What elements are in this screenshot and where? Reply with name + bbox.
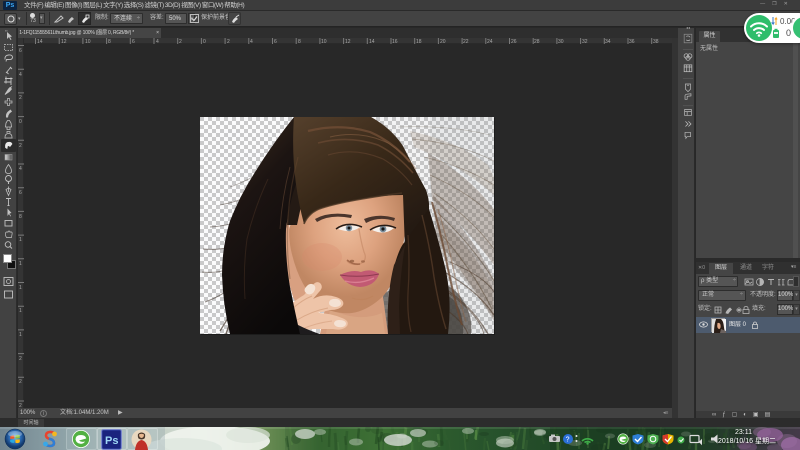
svg-text:8: 8 xyxy=(108,39,111,44)
svg-text:0: 0 xyxy=(203,39,206,44)
svg-text:20: 20 xyxy=(440,39,446,44)
svg-text:26: 26 xyxy=(511,39,517,44)
svg-text:34: 34 xyxy=(605,39,611,44)
svg-text:14: 14 xyxy=(369,39,375,44)
svg-text:2: 2 xyxy=(179,39,182,44)
svg-text:2: 2 xyxy=(19,95,22,101)
svg-text:4: 4 xyxy=(250,39,253,44)
svg-text:1: 1 xyxy=(19,261,22,267)
svg-text:6: 6 xyxy=(19,190,22,196)
svg-text:0: 0 xyxy=(19,119,22,125)
svg-text:Ps: Ps xyxy=(105,435,118,447)
svg-text:2: 2 xyxy=(19,379,22,385)
svg-text:2: 2 xyxy=(19,143,22,149)
svg-text:22: 22 xyxy=(463,39,469,44)
svg-text:1: 1 xyxy=(19,237,22,243)
svg-text:38: 38 xyxy=(653,39,659,44)
svg-text:4: 4 xyxy=(19,72,22,78)
svg-text:10: 10 xyxy=(321,39,327,44)
svg-text:6: 6 xyxy=(19,48,22,54)
svg-text:12: 12 xyxy=(61,39,67,44)
svg-text:24: 24 xyxy=(487,39,493,44)
svg-text:30: 30 xyxy=(558,39,564,44)
svg-text:1: 1 xyxy=(19,308,22,314)
svg-text:10: 10 xyxy=(85,39,91,44)
svg-text:14: 14 xyxy=(37,39,43,44)
svg-text:4: 4 xyxy=(19,166,22,172)
svg-text:8: 8 xyxy=(19,214,22,220)
svg-text:6: 6 xyxy=(274,39,277,44)
svg-text:12: 12 xyxy=(345,39,351,44)
svg-text:8: 8 xyxy=(298,39,301,44)
svg-text:32: 32 xyxy=(582,39,588,44)
svg-text:1: 1 xyxy=(19,332,22,338)
svg-text:36: 36 xyxy=(629,39,635,44)
svg-text:6: 6 xyxy=(132,39,135,44)
svg-text:2: 2 xyxy=(227,39,230,44)
svg-text:4: 4 xyxy=(156,39,159,44)
svg-text:2: 2 xyxy=(19,356,22,362)
svg-text:1: 1 xyxy=(19,285,22,291)
svg-text:?: ? xyxy=(566,437,570,444)
svg-text:16: 16 xyxy=(392,39,398,44)
svg-text:28: 28 xyxy=(534,39,540,44)
svg-text:18: 18 xyxy=(416,39,422,44)
